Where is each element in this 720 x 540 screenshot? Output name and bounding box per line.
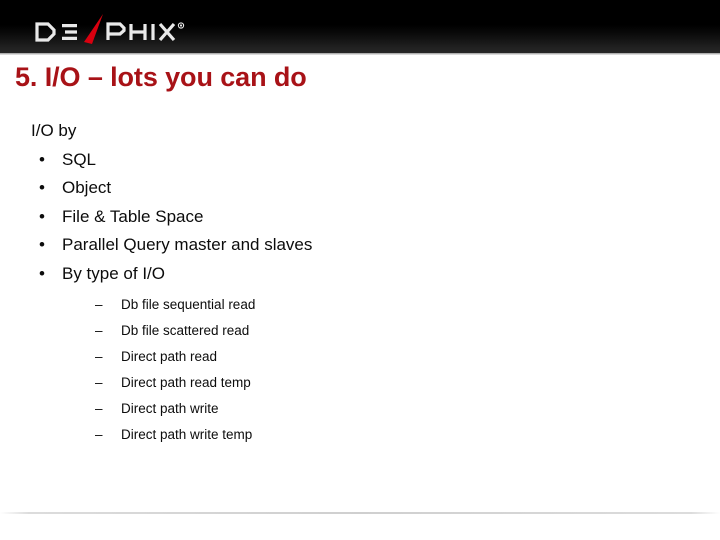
bullet-dot-icon: • xyxy=(39,178,45,198)
bullet-dash-icon: – xyxy=(95,296,103,312)
list-item: • SQL xyxy=(31,146,691,175)
slide-body: I/O by • SQL • Object • File & Table Spa… xyxy=(31,117,691,448)
intro-line: I/O by xyxy=(31,121,77,140)
list-item-label: SQL xyxy=(62,149,97,169)
slide-canvas: 5. I/O – lots you can do I/O by • SQL • … xyxy=(0,0,720,540)
list-item: • Parallel Query master and slaves xyxy=(31,231,691,260)
header-separator-line xyxy=(0,53,720,55)
logo-red-blade-icon xyxy=(84,14,103,44)
bullet-dash-icon: – xyxy=(95,348,103,364)
list-item: • Object xyxy=(31,174,691,203)
registered-trademark-dot-icon xyxy=(179,24,183,27)
bullet-dash-icon: – xyxy=(95,426,103,442)
list-item: • By type of I/O – Db file sequential re… xyxy=(31,260,691,448)
sub-list-item: – Direct path read xyxy=(95,344,691,370)
delphix-logo-mark xyxy=(35,14,185,44)
sub-list-item-label: Direct path write temp xyxy=(121,426,253,442)
bullet-list: • SQL • Object • File & Table Space • Pa… xyxy=(31,146,691,448)
bullet-dash-icon: – xyxy=(95,322,103,338)
list-item: • File & Table Space xyxy=(31,203,691,232)
sub-list-item-label: Direct path write xyxy=(121,400,219,416)
sub-bullet-list: – Db file sequential read – Db file scat… xyxy=(62,292,691,448)
bullet-dash-icon: – xyxy=(95,400,103,416)
logo-text-phix xyxy=(106,22,176,42)
bullet-dot-icon: • xyxy=(39,206,45,226)
footer-separator-line xyxy=(0,512,720,514)
list-item-label: By type of I/O xyxy=(62,263,165,283)
sub-list-item: – Direct path read temp xyxy=(95,370,691,396)
page-title: 5. I/O – lots you can do xyxy=(15,62,307,92)
bullet-dot-icon: • xyxy=(39,149,45,169)
sub-list-item: – Db file sequential read xyxy=(95,292,691,318)
list-item-label: Parallel Query master and slaves xyxy=(62,235,313,255)
logo-text-de xyxy=(35,22,77,42)
bullet-dash-icon: – xyxy=(95,374,103,390)
list-item-label: File & Table Space xyxy=(62,206,204,226)
sub-list-item: – Direct path write temp xyxy=(95,422,691,448)
bullet-dot-icon: • xyxy=(39,263,45,283)
list-item-label: Object xyxy=(62,178,112,198)
sub-list-item: – Direct path write xyxy=(95,396,691,422)
bullet-dot-icon: • xyxy=(39,235,45,255)
sub-list-item-label: Db file scattered read xyxy=(121,322,250,338)
sub-list-item-label: Db file sequential read xyxy=(121,296,256,312)
sub-list-item-label: Direct path read xyxy=(121,348,218,364)
sub-list-item: – Db file scattered read xyxy=(95,318,691,344)
delphix-logo xyxy=(34,13,214,45)
sub-list-item-label: Direct path read temp xyxy=(121,374,251,390)
